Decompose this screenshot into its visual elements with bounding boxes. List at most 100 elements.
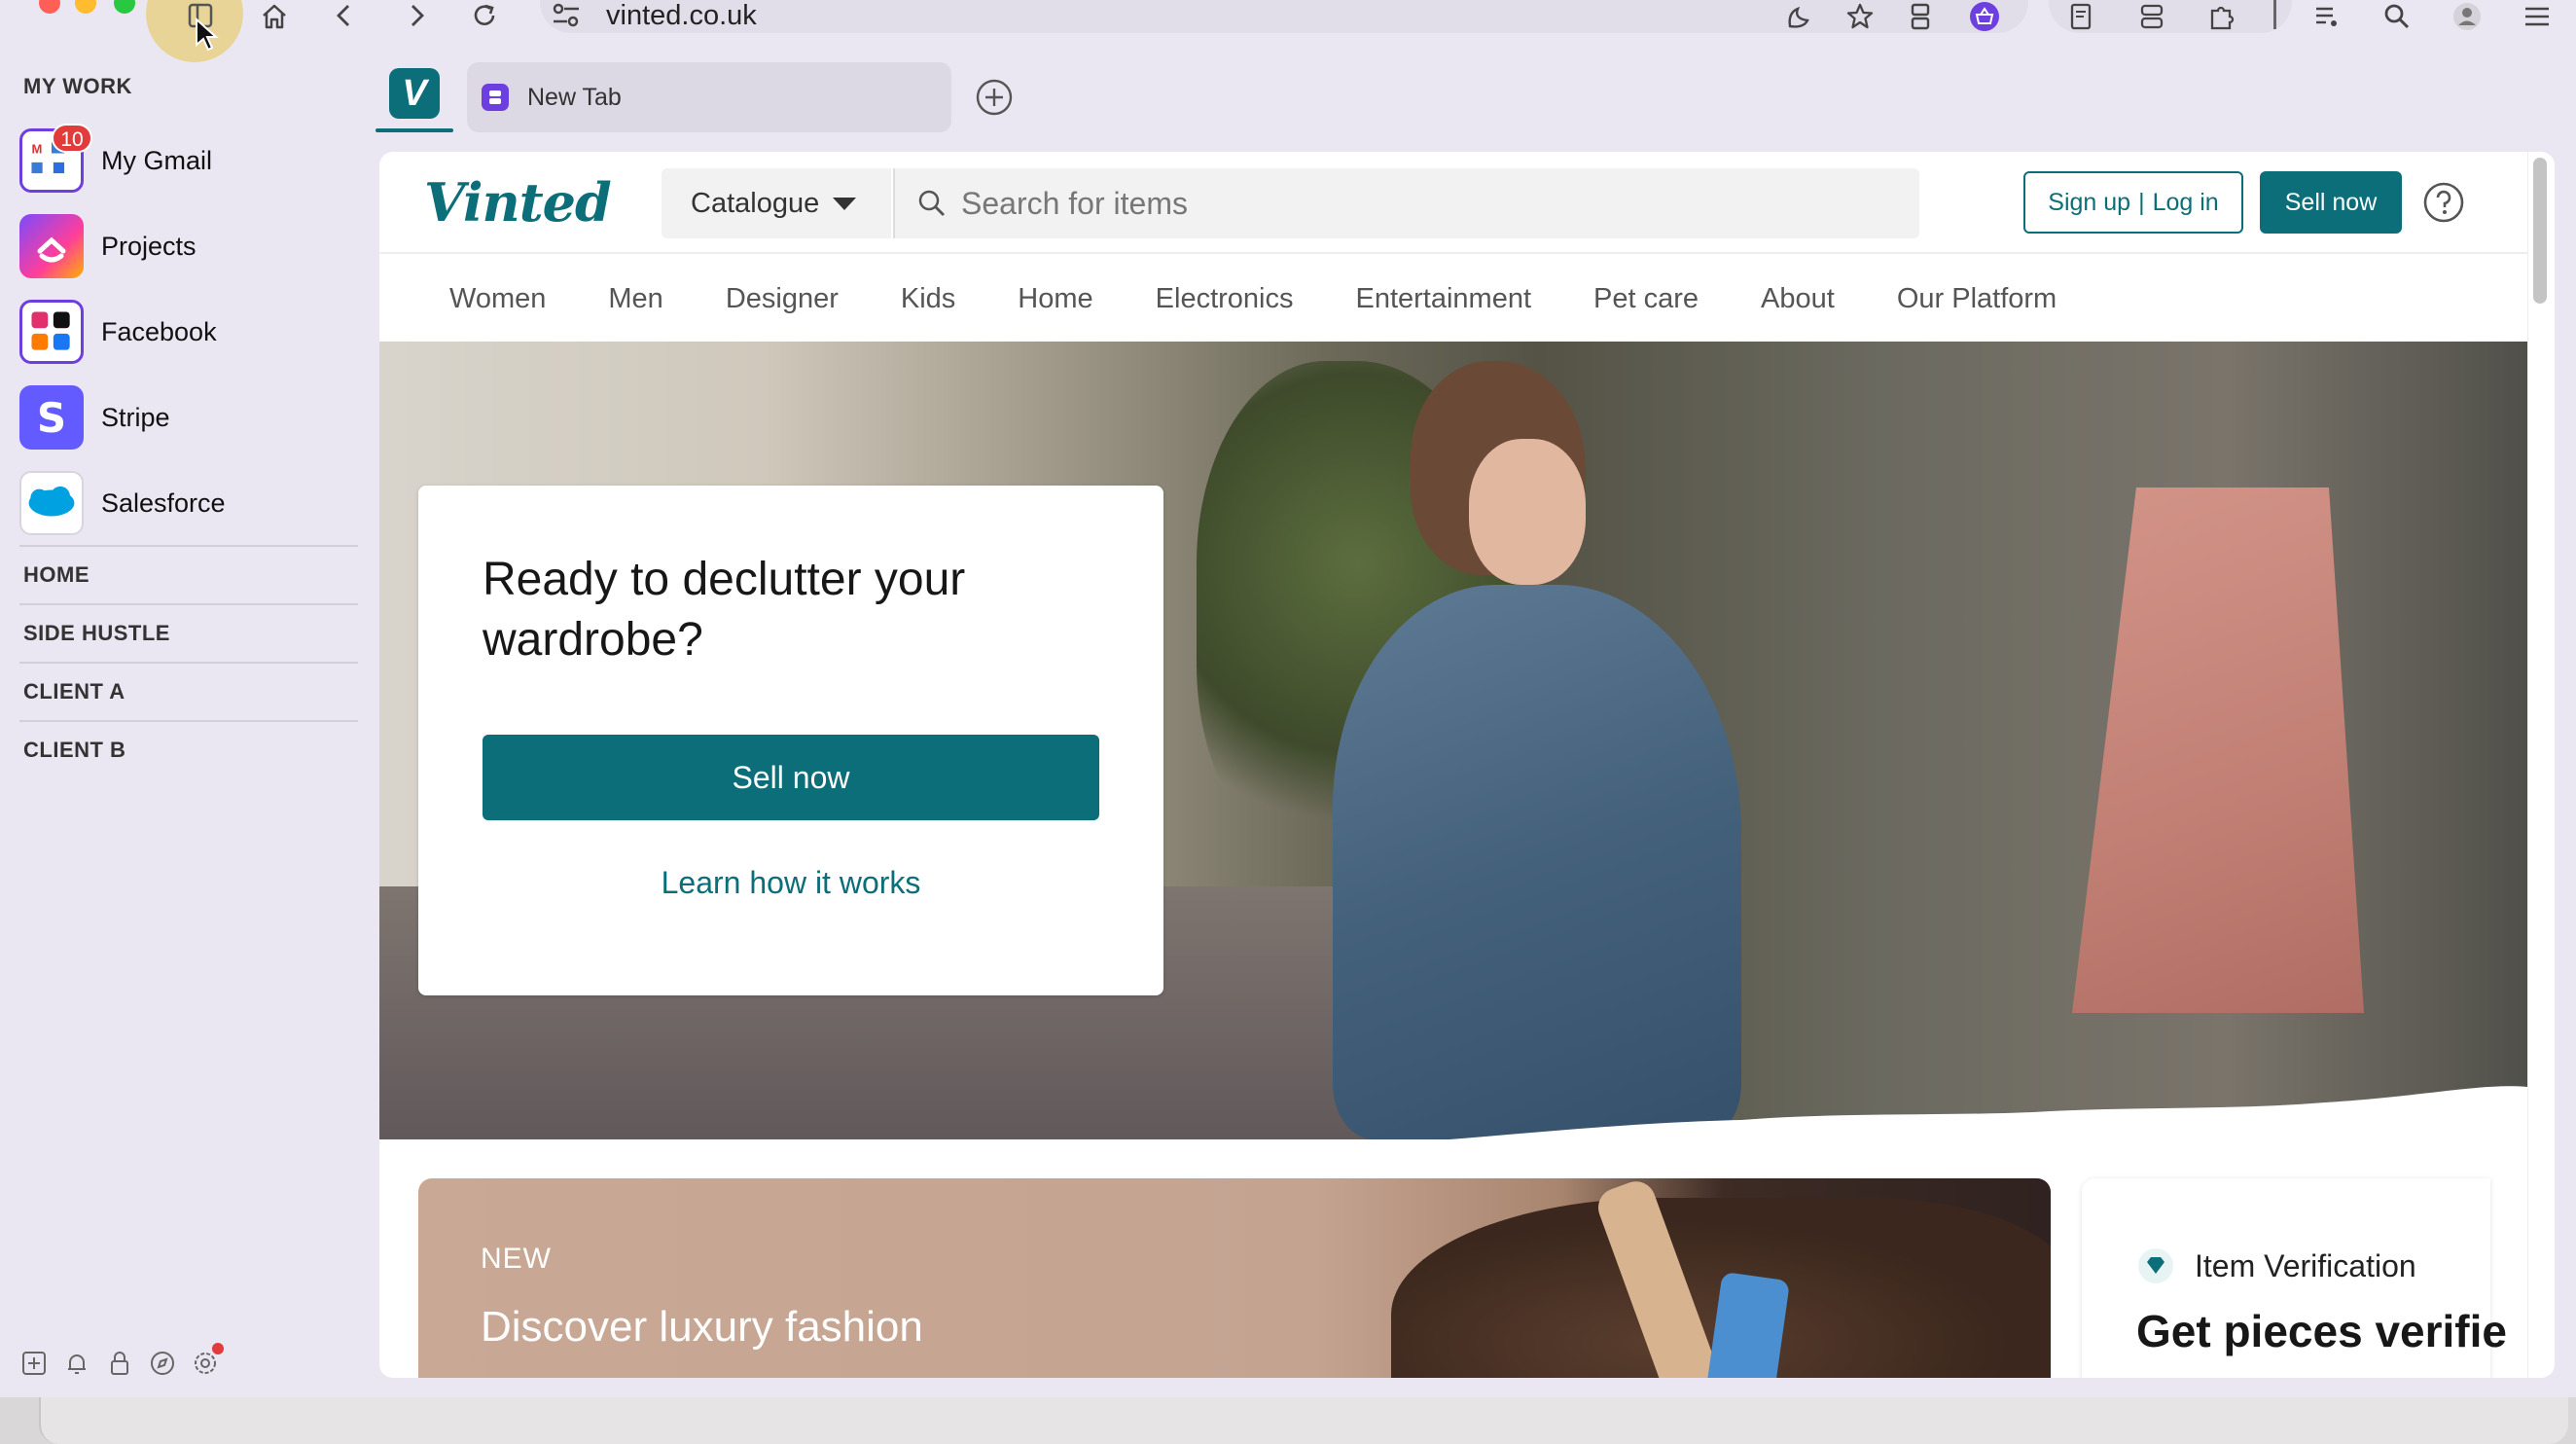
hero-title: Ready to declutter your wardrobe? [483,554,966,666]
signup-link[interactable]: Sign up [2048,189,2130,217]
catalogue-dropdown[interactable]: Catalogue [662,168,891,238]
torn-paper-edge [379,1086,2527,1139]
notification-dot [212,1343,224,1354]
sidebar-divider [19,662,358,664]
nav-entertainment[interactable]: Entertainment [1355,283,1531,315]
nav-our-platform[interactable]: Our Platform [1897,283,2057,315]
sidebar-item-projects[interactable]: Projects [19,212,355,280]
hero-sell-now-button[interactable]: Sell now [483,735,1099,820]
add-icon[interactable] [19,1349,49,1383]
reading-list-icon[interactable] [2062,0,2101,33]
salesforce-icon [19,471,84,535]
section-client-a[interactable]: CLIENT A [23,679,125,704]
learn-how-it-works-link[interactable]: Learn how it works [483,865,1099,901]
minimize-window-button[interactable] [75,0,96,14]
shopping-basket-icon[interactable] [1965,0,2004,33]
hero-banner: Ready to declutter your wardrobe? Sell n… [379,342,2527,1139]
section-my-work[interactable]: MY WORK [23,74,132,99]
vinted-logo[interactable]: Vinted [424,171,612,234]
verification-diamond-icon [2138,1248,2173,1283]
bookmark-star-icon[interactable] [1841,0,1879,33]
sidebar-item-label: Stripe [101,402,170,432]
sidebar-item-label: My Gmail [101,145,212,175]
header-sell-now-button[interactable]: Sell now [2260,171,2402,234]
new-tab-plus-icon[interactable] [975,78,1014,117]
section-side-hustle[interactable]: SIDE HUSTLE [23,621,170,646]
nav-kids[interactable]: Kids [901,283,955,315]
section-client-b[interactable]: CLIENT B [23,738,125,763]
media-queue-icon[interactable] [2308,0,2346,33]
sidebar-item-label: Facebook [101,316,217,346]
nav-men[interactable]: Men [608,283,662,315]
sidebar-item-label: Salesforce [101,487,226,518]
extensions-puzzle-icon[interactable] [2202,0,2241,33]
nav-designer[interactable]: Designer [726,283,839,315]
close-window-button[interactable] [39,0,60,14]
hero-photo-face [1469,439,1586,585]
social-apps-icon [19,300,84,364]
unread-badge: 10 [52,124,92,153]
bell-icon[interactable] [62,1349,91,1383]
separator: | [2138,188,2145,216]
new-label: NEW [481,1243,552,1275]
section-home[interactable]: HOME [23,562,89,588]
caret-down-icon [833,197,857,210]
site-header: Vinted Catalogue Sign up | Log in Sell n… [379,152,2527,254]
gmail-workspace-icon: M 10 [19,124,92,193]
sidebar-footer [19,1343,224,1383]
hero-photo-skirt [2072,487,2364,1013]
nav-women[interactable]: Women [449,283,546,315]
luxury-fashion-card[interactable]: NEW Discover luxury fashion [418,1178,2051,1378]
site-settings-icon[interactable] [550,0,583,31]
menu-icon[interactable] [2518,0,2557,33]
help-icon[interactable] [2422,181,2465,224]
svg-text:M: M [31,142,42,157]
tab-new-tab[interactable]: New Tab [467,62,951,132]
background-window-frame [39,1397,2568,1444]
toolbar-separator [2273,0,2276,29]
collections-icon[interactable] [1901,0,1940,33]
clickup-icon [19,214,84,278]
nav-pet-care[interactable]: Pet care [1593,283,1699,315]
home-icon[interactable] [255,0,294,33]
sidebar-divider [19,603,358,605]
sidebar-item-facebook[interactable]: Facebook [19,298,355,366]
search-icon[interactable] [2378,0,2416,33]
dark-mode-icon[interactable] [1778,0,1817,33]
workspace-sidebar: MY WORK M 10 My Gmail Projects Facebook … [0,37,362,1399]
verification-label: Item Verification [2195,1248,2416,1283]
back-icon[interactable] [325,0,364,33]
scrollbar-thumb[interactable] [2533,158,2547,304]
sidebar-item-label: Projects [101,231,197,261]
lock-icon[interactable] [105,1349,134,1383]
nav-electronics[interactable]: Electronics [1156,283,1294,315]
luxury-title: Discover luxury fashion [481,1303,923,1351]
forward-icon[interactable] [397,0,436,33]
browser-toolbar: vinted.co.uk [0,0,2576,62]
search-bar[interactable] [893,168,1919,238]
compass-icon[interactable] [148,1349,177,1383]
item-verification-card[interactable]: Item Verification Get pieces verifie [2082,1178,2507,1378]
mouse-cursor-icon [196,18,219,52]
sidebar-item-salesforce[interactable]: Salesforce [19,469,355,537]
sidebar-divider [19,720,358,722]
url-text[interactable]: vinted.co.uk [606,0,757,31]
settings-gear-icon[interactable] [191,1343,224,1383]
reload-icon[interactable] [465,0,504,33]
verification-title: Get pieces verifie [2136,1306,2507,1356]
nav-home[interactable]: Home [1018,283,1092,315]
stack-icon[interactable] [2132,0,2171,33]
sidebar-item-stripe[interactable]: S Stripe [19,383,355,451]
search-input[interactable] [961,185,1837,222]
login-link[interactable]: Log in [2153,189,2219,217]
maximize-window-button[interactable] [114,0,135,14]
nav-about[interactable]: About [1761,283,1835,315]
tab-label: New Tab [527,83,622,111]
active-tab-indicator [376,128,453,132]
sidebar-item-my-gmail[interactable]: M 10 My Gmail [19,124,355,195]
signup-login-button[interactable]: Sign up | Log in [2023,171,2243,234]
profile-avatar-icon[interactable] [2448,0,2487,33]
tab-vinted[interactable]: V [389,68,440,119]
hero-photo-woman [1333,585,1741,1139]
page-scrollbar[interactable] [2527,152,2555,1378]
